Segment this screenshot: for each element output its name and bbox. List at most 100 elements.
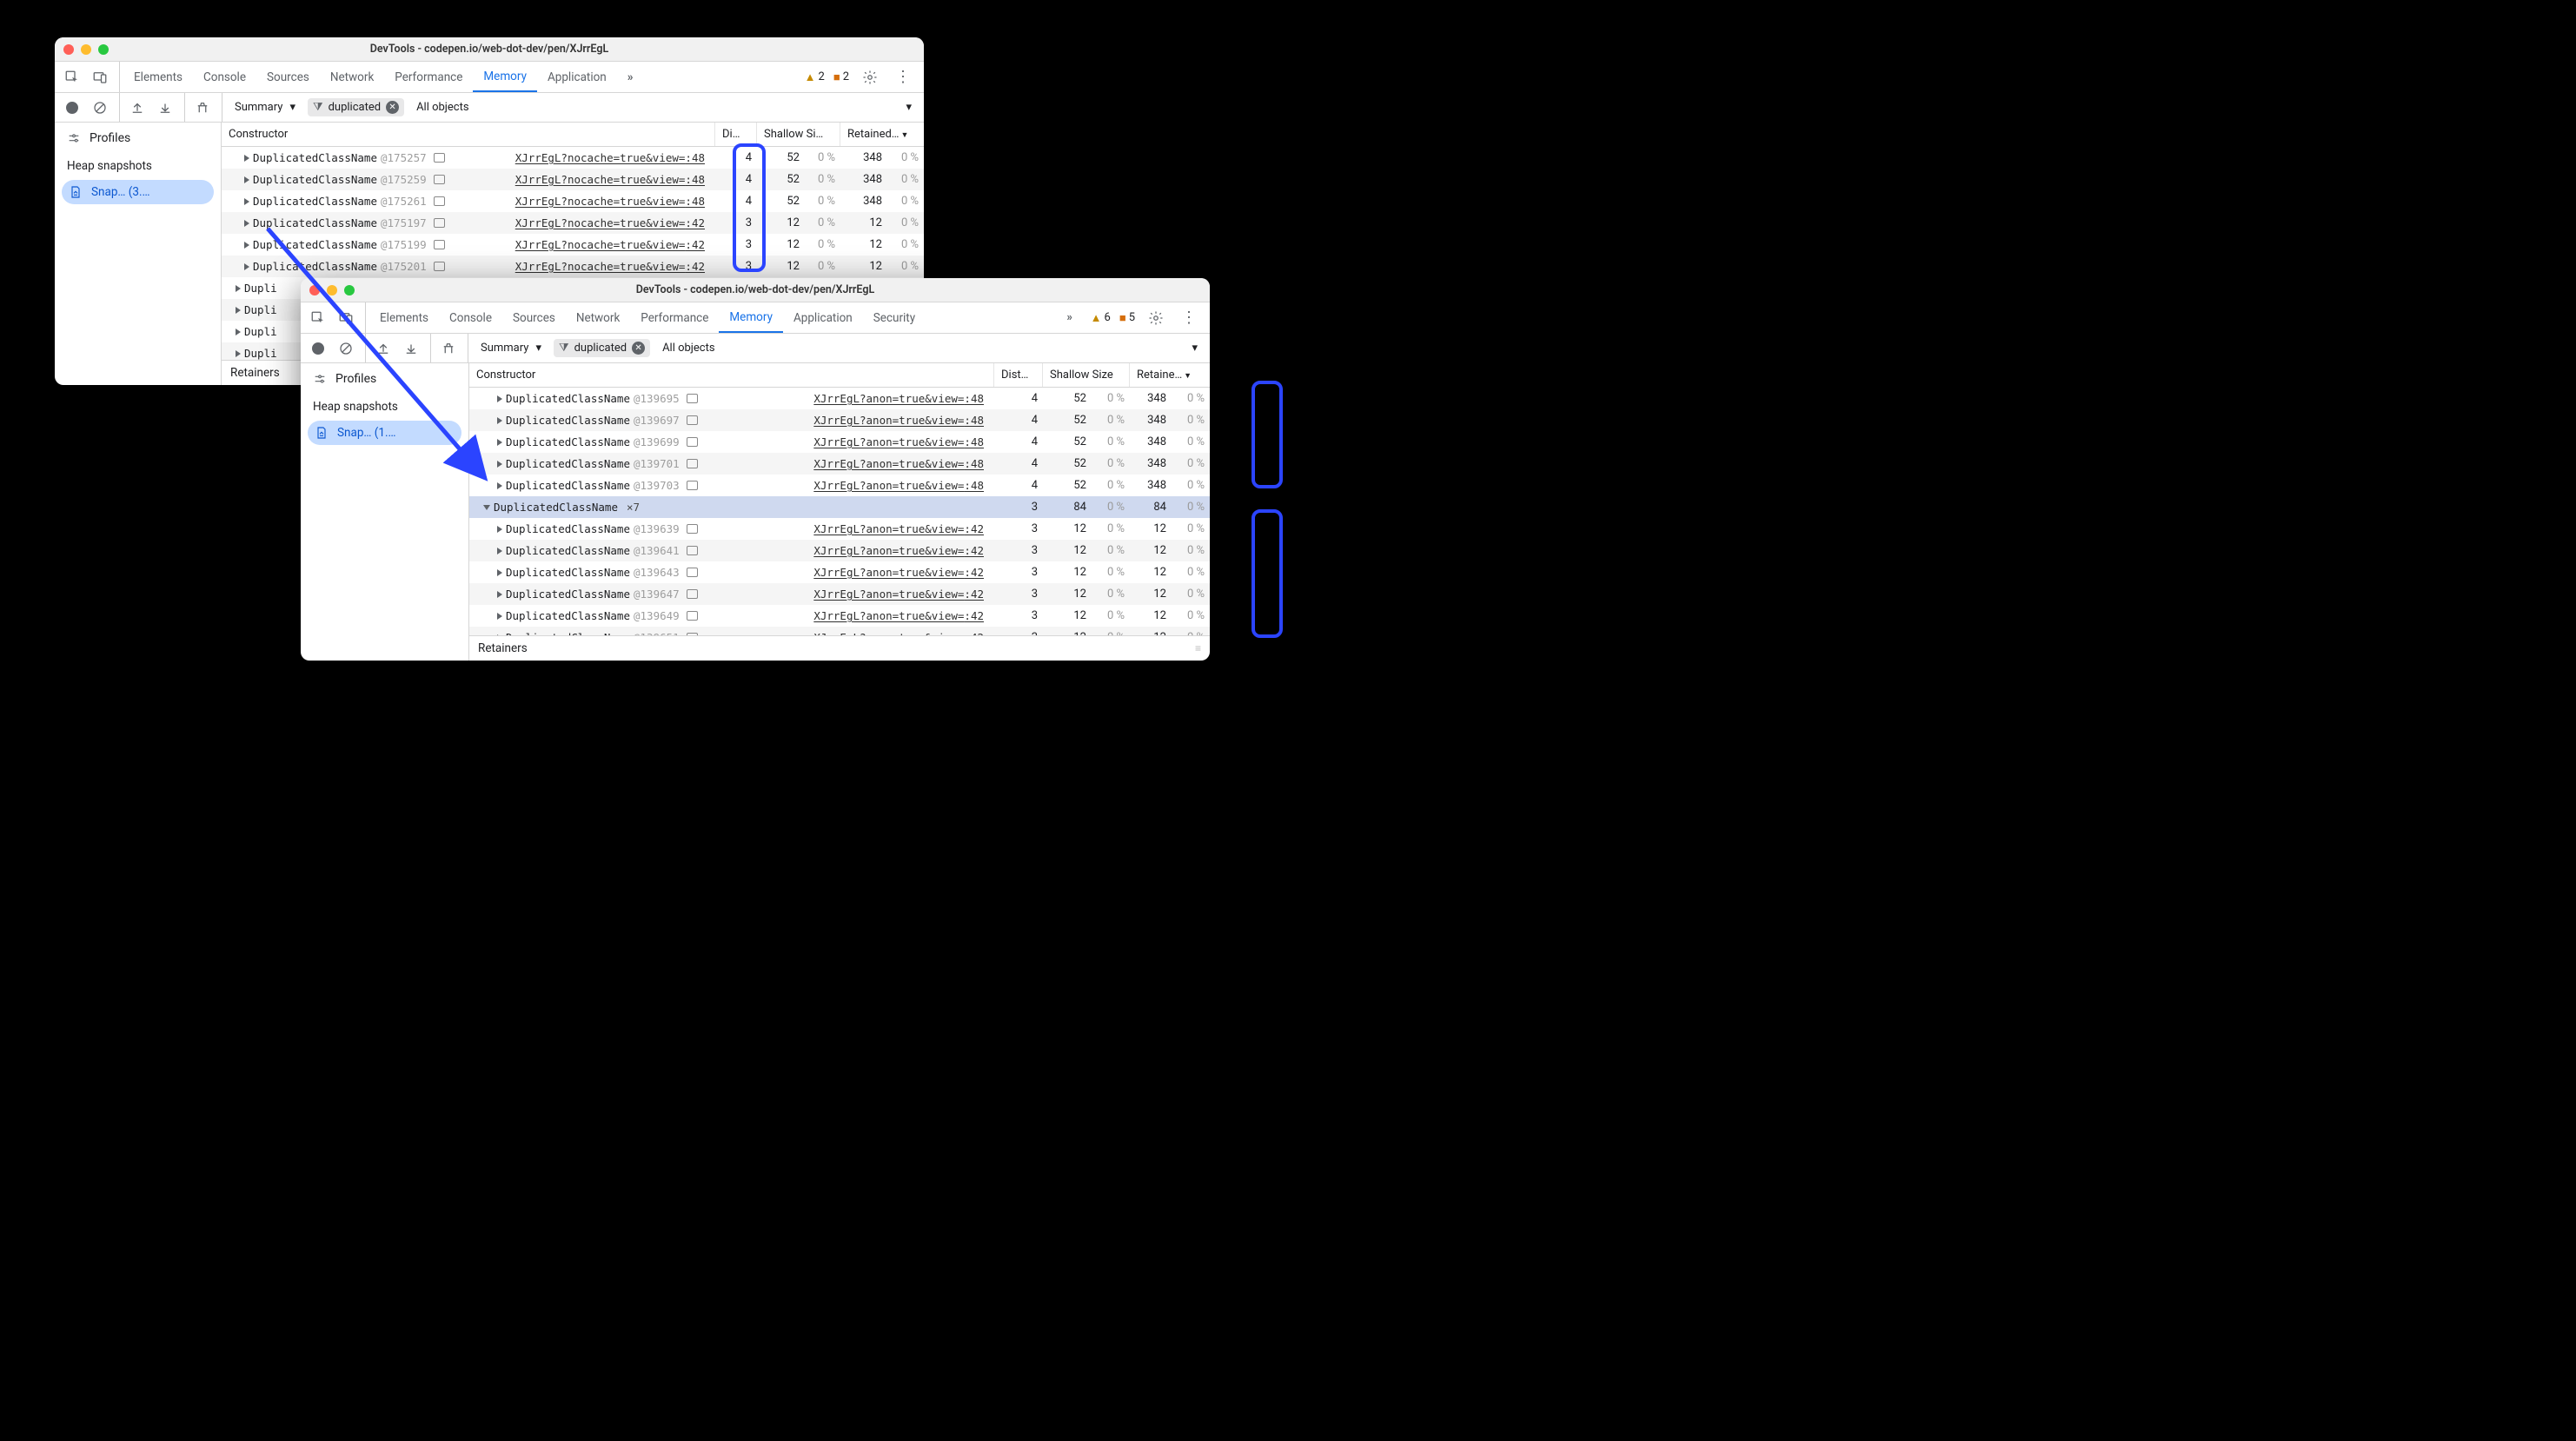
download-icon[interactable] (399, 336, 423, 361)
col-shallow[interactable]: Shallow Size (1043, 363, 1130, 387)
devtools-window-front: DevTools - codepen.io/web-dot-dev/pen/XJ… (301, 278, 1210, 661)
snapshot-item[interactable]: Snap… (1.… (308, 421, 461, 445)
objects-filter-label: All objects (416, 101, 469, 114)
drag-handle-icon[interactable]: ≡ (1195, 642, 1201, 654)
col-distance[interactable]: Di… (715, 123, 757, 146)
view-mode-dropdown[interactable]: Summary ▾ (228, 98, 302, 116)
filter-chip[interactable]: ⧩ duplicated ✕ (308, 98, 404, 116)
upload-icon[interactable] (125, 96, 149, 120)
tab-console[interactable]: Console (439, 302, 502, 333)
snapshot-item[interactable]: Snap… (3.… (62, 180, 214, 204)
profiles-sidebar: Profiles Heap snapshots Snap… (1.… (301, 363, 469, 661)
table-row[interactable]: DuplicatedClassName @175201 XJrrEgL?noca… (222, 256, 924, 277)
clear-filter-icon[interactable]: ✕ (386, 101, 399, 114)
col-shallow[interactable]: Shallow Si… (757, 123, 840, 146)
profiles-header: Profiles (55, 126, 221, 150)
tabs-overflow-icon[interactable]: » (1058, 306, 1082, 330)
snapshot-label: Snap… (3.… (91, 185, 150, 199)
col-retained[interactable]: Retaine…▼ (1130, 363, 1210, 387)
table-row[interactable]: DuplicatedClassName @175259 XJrrEgL?noca… (222, 169, 924, 190)
clear-icon[interactable] (88, 96, 112, 120)
tab-network[interactable]: Network (320, 62, 384, 92)
chevron-down-icon: ▾ (1192, 342, 1198, 355)
tab-console[interactable]: Console (193, 62, 256, 92)
zoom-window-button[interactable] (98, 44, 109, 55)
kebab-menu-icon[interactable]: ⋮ (1177, 306, 1201, 330)
upload-icon[interactable] (371, 336, 395, 361)
col-constructor[interactable]: Constructor (222, 123, 715, 146)
retainers-panel[interactable]: Retainers ≡ (469, 635, 1210, 661)
objects-filter-dropdown[interactable]: All objects ▾ (409, 98, 919, 116)
window-title: DevTools - codepen.io/web-dot-dev/pen/XJ… (63, 43, 915, 56)
table-row[interactable]: DuplicatedClassName @139703 XJrrEgL?anon… (469, 475, 1210, 496)
table-row[interactable]: DuplicatedClassName @139699 XJrrEgL?anon… (469, 431, 1210, 453)
device-toggle-icon[interactable] (88, 65, 112, 90)
issues-badge[interactable]: ■5 (1119, 311, 1135, 325)
minimize-window-button[interactable] (81, 44, 91, 55)
objects-filter-dropdown[interactable]: All objects ▾ (655, 339, 1205, 357)
tab-elements[interactable]: Elements (369, 302, 439, 333)
tab-memory[interactable]: Memory (719, 302, 783, 333)
close-window-button[interactable] (309, 285, 320, 296)
table-row[interactable]: DuplicatedClassName @139697 XJrrEgL?anon… (469, 409, 1210, 431)
close-window-button[interactable] (63, 44, 74, 55)
tab-elements[interactable]: Elements (123, 62, 193, 92)
warnings-badge[interactable]: ▲6 (1091, 311, 1111, 325)
warnings-count: 6 (1105, 311, 1111, 324)
record-button[interactable] (60, 96, 84, 120)
grid-header: Constructor Dist… Shallow Size Retaine…▼ (469, 363, 1210, 388)
download-icon[interactable] (153, 96, 177, 120)
tab-security[interactable]: Security (863, 302, 926, 333)
kebab-menu-icon[interactable]: ⋮ (891, 65, 915, 90)
filter-icon: ⧩ (559, 342, 569, 355)
filter-chip[interactable]: ⧩ duplicated ✕ (554, 339, 650, 357)
table-row[interactable]: DuplicatedClassName @139643 XJrrEgL?anon… (469, 561, 1210, 583)
tab-application[interactable]: Application (537, 62, 617, 92)
zoom-window-button[interactable] (344, 285, 355, 296)
table-row[interactable]: DuplicatedClassName @139701 XJrrEgL?anon… (469, 453, 1210, 475)
tab-memory[interactable]: Memory (473, 62, 537, 92)
window-title: DevTools - codepen.io/web-dot-dev/pen/XJ… (309, 283, 1201, 296)
clear-icon[interactable] (334, 336, 358, 361)
snapshot-file-icon (69, 185, 83, 199)
tab-application[interactable]: Application (783, 302, 863, 333)
tab-performance[interactable]: Performance (630, 302, 719, 333)
profiles-header: Profiles (301, 367, 468, 391)
table-row[interactable]: DuplicatedClassName @139647 XJrrEgL?anon… (469, 583, 1210, 605)
minimize-window-button[interactable] (327, 285, 337, 296)
table-row[interactable]: DuplicatedClassName @175261 XJrrEgL?noca… (222, 190, 924, 212)
table-row[interactable]: DuplicatedClassName @139639 XJrrEgL?anon… (469, 518, 1210, 540)
table-row[interactable]: DuplicatedClassName @175199 XJrrEgL?noca… (222, 234, 924, 256)
col-constructor[interactable]: Constructor (469, 363, 994, 387)
table-row[interactable]: DuplicatedClassName @175257 XJrrEgL?noca… (222, 147, 924, 169)
settings-icon[interactable] (858, 65, 882, 90)
heap-section-label: Heap snapshots (301, 391, 468, 417)
settings-icon[interactable] (1144, 306, 1168, 330)
table-row[interactable]: DuplicatedClassName @139695 XJrrEgL?anon… (469, 388, 1210, 409)
view-mode-dropdown[interactable]: Summary ▾ (474, 339, 548, 357)
inspect-icon[interactable] (60, 65, 84, 90)
tab-network[interactable]: Network (566, 302, 630, 333)
table-row[interactable]: DuplicatedClassName @139651 XJrrEgL?anon… (469, 627, 1210, 635)
grid-header: Constructor Di… Shallow Si… Retained…▼ (222, 123, 924, 147)
issues-badge[interactable]: ■2 (833, 70, 849, 84)
tabs-overflow-icon[interactable]: » (617, 62, 644, 92)
table-row[interactable]: DuplicatedClassName @175197 XJrrEgL?noca… (222, 212, 924, 234)
device-toggle-icon[interactable] (334, 306, 358, 330)
col-distance[interactable]: Dist… (994, 363, 1043, 387)
gc-icon[interactable] (436, 336, 461, 361)
tab-sources[interactable]: Sources (502, 302, 566, 333)
inspect-icon[interactable] (306, 306, 330, 330)
table-row[interactable]: DuplicatedClassName @139641 XJrrEgL?anon… (469, 540, 1210, 561)
record-button[interactable] (306, 336, 330, 361)
table-row[interactable]: DuplicatedClassName @139649 XJrrEgL?anon… (469, 605, 1210, 627)
memory-toolbar: Summary ▾ ⧩ duplicated ✕ All objects ▾ (55, 93, 924, 123)
table-row-group[interactable]: DuplicatedClassName ×7 3 84 0 % 84 0 % (469, 496, 1210, 518)
col-retained[interactable]: Retained…▼ (840, 123, 924, 146)
gc-icon[interactable] (190, 96, 215, 120)
clear-filter-icon[interactable]: ✕ (632, 342, 645, 355)
tab-sources[interactable]: Sources (256, 62, 320, 92)
warnings-badge[interactable]: ▲2 (805, 70, 825, 84)
tab-performance[interactable]: Performance (384, 62, 473, 92)
heap-grid: Constructor Dist… Shallow Size Retaine…▼… (469, 363, 1210, 661)
